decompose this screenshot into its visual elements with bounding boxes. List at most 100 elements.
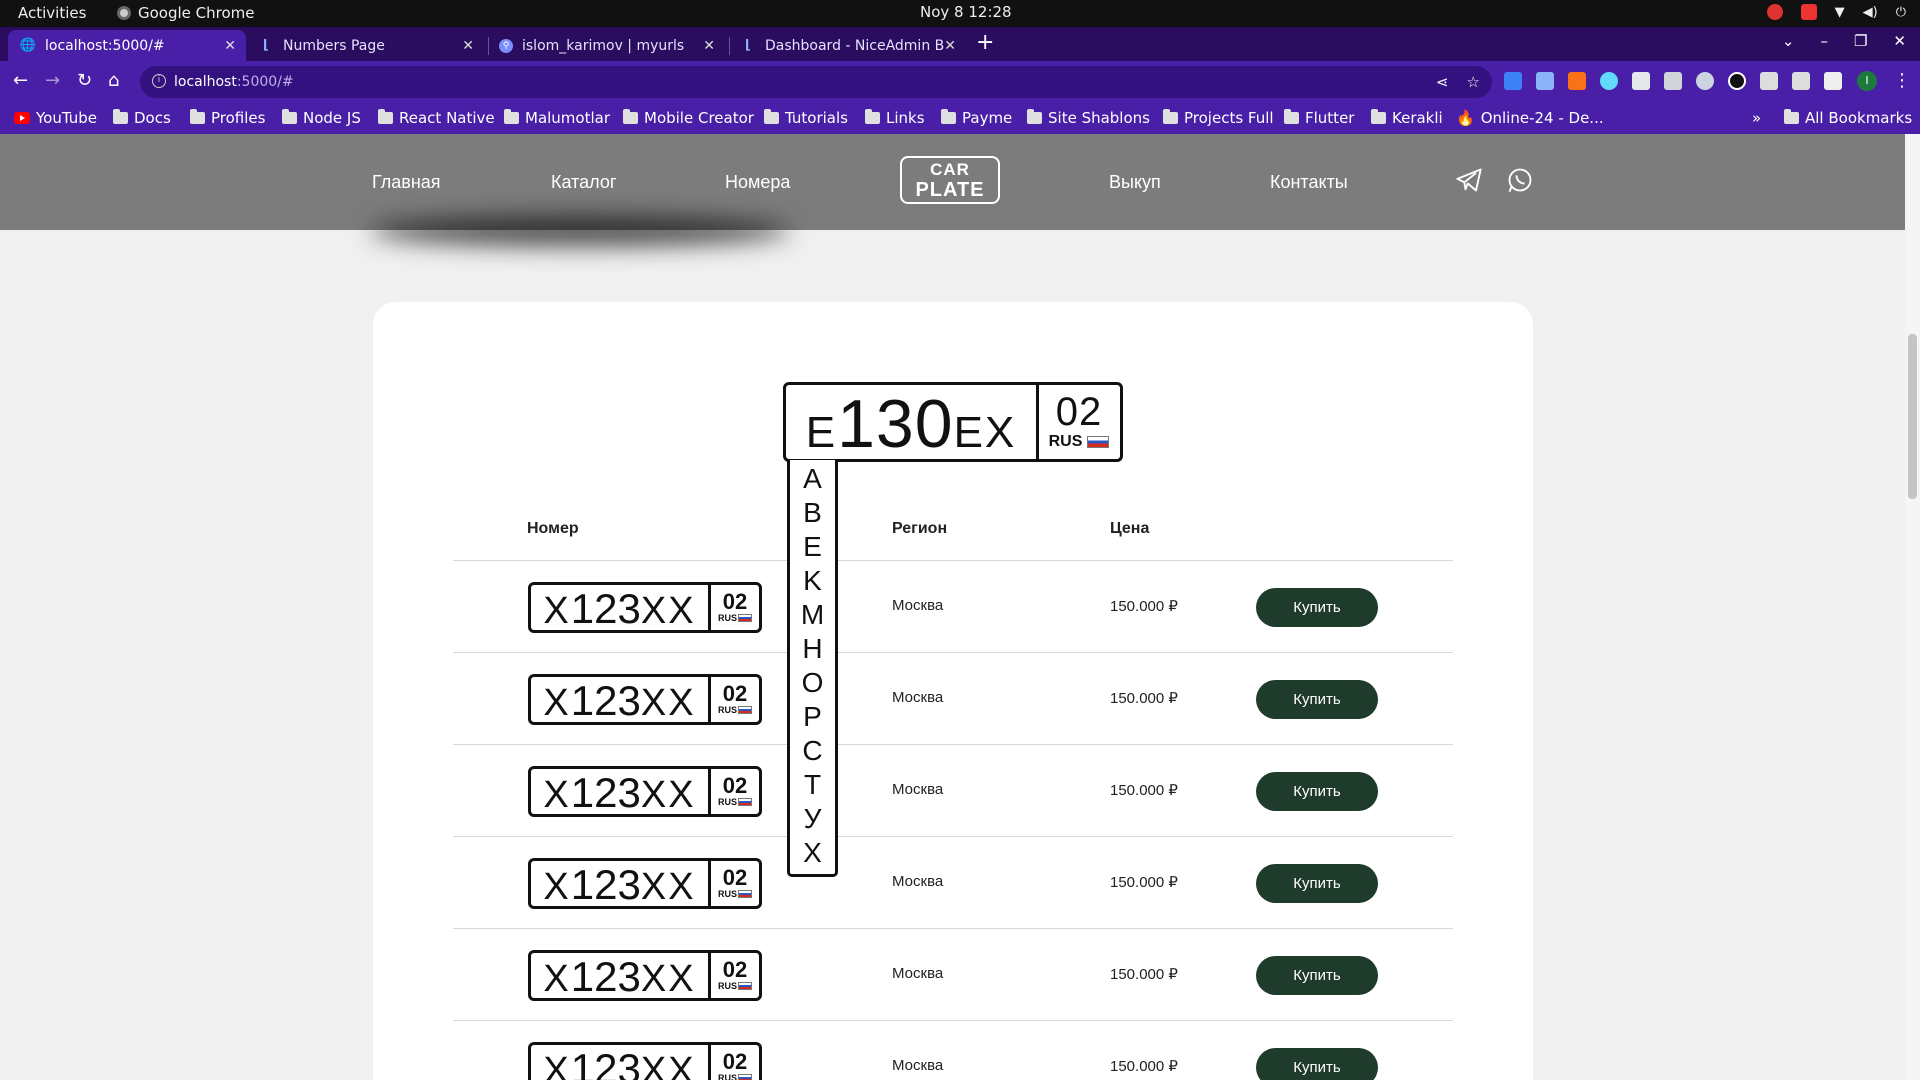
plate-letter-1[interactable]: E — [806, 408, 837, 458]
bookmark-folder[interactable]: Tutorials — [764, 109, 848, 127]
bookmark-folder[interactable]: React Native — [378, 109, 495, 127]
bookmark-star-icon[interactable]: ☆ — [1467, 73, 1480, 91]
bookmark-folder[interactable]: Malumotlar — [504, 109, 610, 127]
letter-option[interactable]: O — [790, 666, 835, 700]
bookmark-folder[interactable]: Docs — [113, 109, 171, 127]
carplate-logo[interactable]: CAR PLATE — [900, 156, 1000, 204]
app-menu[interactable]: Google Chrome — [117, 4, 255, 22]
selected-plate[interactable]: E 130 EX 02 RUS — [783, 382, 1123, 462]
buy-button[interactable]: Купить — [1256, 1048, 1378, 1080]
camera-extension-icon[interactable] — [1696, 72, 1714, 90]
wifi-icon[interactable]: ▼ — [1835, 5, 1845, 20]
profile-avatar[interactable]: I — [1857, 71, 1877, 91]
clock[interactable]: Noy 8 12:28 — [920, 3, 1012, 21]
bookmark-folder[interactable]: Flutter — [1284, 109, 1354, 127]
red-app-icon[interactable] — [1766, 4, 1783, 20]
extensions-area — [1504, 72, 1842, 90]
letter-option[interactable]: P — [790, 700, 835, 734]
nav-numbers[interactable]: Номера — [725, 172, 790, 193]
bookmark-folder[interactable]: Kerakli — [1371, 109, 1443, 127]
buy-button[interactable]: Купить — [1256, 864, 1378, 903]
close-tab-icon[interactable]: ✕ — [703, 38, 715, 54]
number-plate[interactable]: X 123 XX 02 RUS — [528, 766, 762, 817]
plate-letters-2[interactable]: EX — [954, 408, 1017, 458]
buy-button[interactable]: Купить — [1256, 680, 1378, 719]
bookmark-online24[interactable]: 🔥 Online-24 - De... — [1456, 109, 1604, 127]
buy-button[interactable]: Купить — [1256, 588, 1378, 627]
number-plate[interactable]: X 123 XX 02 RUS — [528, 582, 762, 633]
tab-dashboard[interactable]: ⌊ Dashboard - NiceAdmin B ✕ — [728, 30, 966, 61]
close-tab-icon[interactable]: ✕ — [462, 38, 474, 54]
number-plate[interactable]: X 123 XX 02 RUS — [528, 858, 762, 909]
close-tab-icon[interactable]: ✕ — [224, 38, 236, 54]
vue-devtools-icon[interactable] — [1664, 72, 1682, 90]
recorder-icon[interactable] — [1800, 4, 1817, 20]
new-tab-button[interactable]: + — [976, 30, 994, 55]
react-devtools-icon[interactable] — [1600, 72, 1618, 90]
bookmark-folder[interactable]: Links — [865, 109, 925, 127]
activities-button[interactable]: Activities — [18, 4, 86, 22]
back-icon[interactable]: ← — [13, 70, 28, 91]
close-window-icon[interactable]: ✕ — [1893, 32, 1906, 50]
tab-numbers-page[interactable]: ⌊ Numbers Page ✕ — [246, 30, 484, 61]
translate-icon[interactable] — [1536, 72, 1554, 90]
letter-option[interactable]: X — [790, 836, 835, 870]
whatsapp-icon[interactable] — [1506, 166, 1534, 194]
minimize-icon[interactable]: – — [1820, 32, 1828, 50]
side-panel-icon[interactable] — [1824, 72, 1842, 90]
bookmark-folder[interactable]: Payme — [941, 109, 1012, 127]
letter-option[interactable]: У — [790, 802, 835, 836]
number-plate[interactable]: X 123 XX 02 RUS — [528, 950, 762, 1001]
system-tray[interactable]: ▼ ◀) ⏻ — [1766, 4, 1906, 20]
nav-contacts[interactable]: Контакты — [1270, 172, 1348, 193]
tab-search-icon[interactable]: ⌄ — [1782, 32, 1795, 50]
menu-kebab-icon[interactable]: ⋮ — [1893, 70, 1911, 91]
nav-catalog[interactable]: Каталог — [551, 172, 616, 193]
forward-icon[interactable]: → — [45, 70, 60, 91]
power-icon[interactable]: ⏻ — [1896, 5, 1906, 20]
letter-option[interactable]: C — [790, 734, 835, 768]
close-tab-icon[interactable]: ✕ — [944, 38, 956, 54]
address-bar[interactable]: i localhost:5000/# ⋖ ☆ — [140, 66, 1492, 98]
coupon-extension-icon[interactable] — [1568, 72, 1586, 90]
w-extension-icon[interactable] — [1728, 72, 1746, 90]
bookmarks-overflow-button[interactable]: » — [1752, 109, 1761, 127]
telegram-icon[interactable] — [1455, 166, 1483, 194]
site-info-icon[interactable]: i — [152, 74, 166, 88]
bookmark-folder[interactable]: Site Shablons — [1027, 109, 1150, 127]
bookmark-folder[interactable]: Profiles — [190, 109, 265, 127]
letter-option[interactable]: T — [790, 768, 835, 802]
letter-option[interactable]: E — [790, 530, 835, 564]
puzzle-extensions-icon[interactable] — [1760, 72, 1778, 90]
letter-option[interactable]: K — [790, 564, 835, 598]
share-icon[interactable]: ⋖ — [1436, 73, 1449, 91]
plate-region-code[interactable]: 02 — [1038, 391, 1120, 433]
letter-option[interactable]: H — [790, 632, 835, 666]
letter-option[interactable]: B — [790, 496, 835, 530]
buy-button[interactable]: Купить — [1256, 956, 1378, 995]
scroll-thumb[interactable] — [1908, 334, 1917, 499]
home-icon[interactable]: ⌂ — [108, 70, 119, 91]
buy-button[interactable]: Купить — [1256, 772, 1378, 811]
bookmark-folder[interactable]: Mobile Creator — [623, 109, 754, 127]
plate-digits[interactable]: 130 — [837, 387, 953, 461]
nav-buyout[interactable]: Выкуп — [1109, 172, 1161, 193]
restore-icon[interactable]: ❐ — [1854, 32, 1867, 50]
bookmark-folder[interactable]: Node JS — [282, 109, 361, 127]
number-plate[interactable]: X 123 XX 02 RUS — [528, 674, 762, 725]
download-extension-icon[interactable] — [1504, 72, 1522, 90]
bookmark-folder[interactable]: Projects Full — [1163, 109, 1274, 127]
save-extension-icon[interactable] — [1632, 72, 1650, 90]
bookmark-youtube[interactable]: YouTube — [14, 109, 97, 127]
nav-home[interactable]: Главная — [372, 172, 441, 193]
number-plate[interactable]: X 123 XX 02 RUS — [528, 1042, 762, 1080]
downloads-icon[interactable] — [1792, 72, 1810, 90]
all-bookmarks-button[interactable]: All Bookmarks — [1784, 109, 1912, 127]
letter-option[interactable]: M — [790, 598, 835, 632]
letter-option[interactable]: A — [790, 462, 835, 496]
tab-localhost[interactable]: 🌐 localhost:5000/# ✕ — [8, 30, 246, 61]
tab-myurls[interactable]: ⚲ islom_karimov | myurls ✕ — [487, 30, 725, 61]
volume-icon[interactable]: ◀) — [1863, 5, 1878, 20]
page-scrollbar[interactable] — [1905, 134, 1920, 1080]
reload-icon[interactable]: ↻ — [77, 70, 92, 91]
